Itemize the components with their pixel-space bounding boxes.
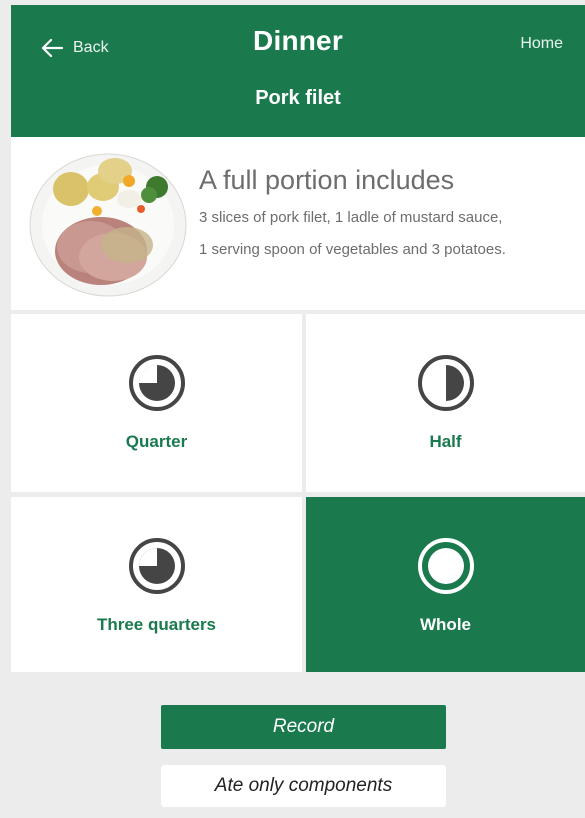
app-header: Back Dinner Home Pork filet bbox=[11, 5, 585, 137]
portion-label: Three quarters bbox=[96, 615, 217, 634]
dish-title: Pork filet bbox=[255, 87, 341, 109]
half-pie-icon bbox=[417, 355, 474, 411]
portion-label: Quarter bbox=[125, 432, 188, 451]
ate-only-components-button[interactable]: Ate only components bbox=[161, 765, 446, 807]
portion-option-quarter[interactable]: Quarter bbox=[11, 314, 302, 492]
portion-label: Whole bbox=[420, 615, 471, 634]
portion-option-whole[interactable]: Whole bbox=[306, 497, 585, 672]
portion-option-half[interactable]: Half bbox=[306, 314, 585, 492]
page-title: Dinner bbox=[253, 25, 343, 56]
portion-heading: A full portion includes bbox=[199, 165, 455, 195]
full-circle-icon bbox=[417, 538, 474, 594]
portion-description-line-2: 1 serving spoon of vegetables and 3 pota… bbox=[199, 241, 506, 258]
home-button[interactable]: Home bbox=[520, 35, 563, 53]
portion-option-three-quarters[interactable]: Three quarters bbox=[11, 497, 302, 672]
quarter-pie-icon bbox=[128, 355, 185, 411]
dish-image bbox=[29, 153, 187, 297]
record-button[interactable]: Record bbox=[161, 705, 446, 749]
three-quarter-pie-icon bbox=[128, 538, 185, 594]
portion-info: A full portion includes 3 slices of pork… bbox=[11, 137, 585, 310]
portion-label: Half bbox=[429, 432, 462, 451]
portion-description-line-1: 3 slices of pork filet, 1 ladle of musta… bbox=[199, 209, 503, 226]
